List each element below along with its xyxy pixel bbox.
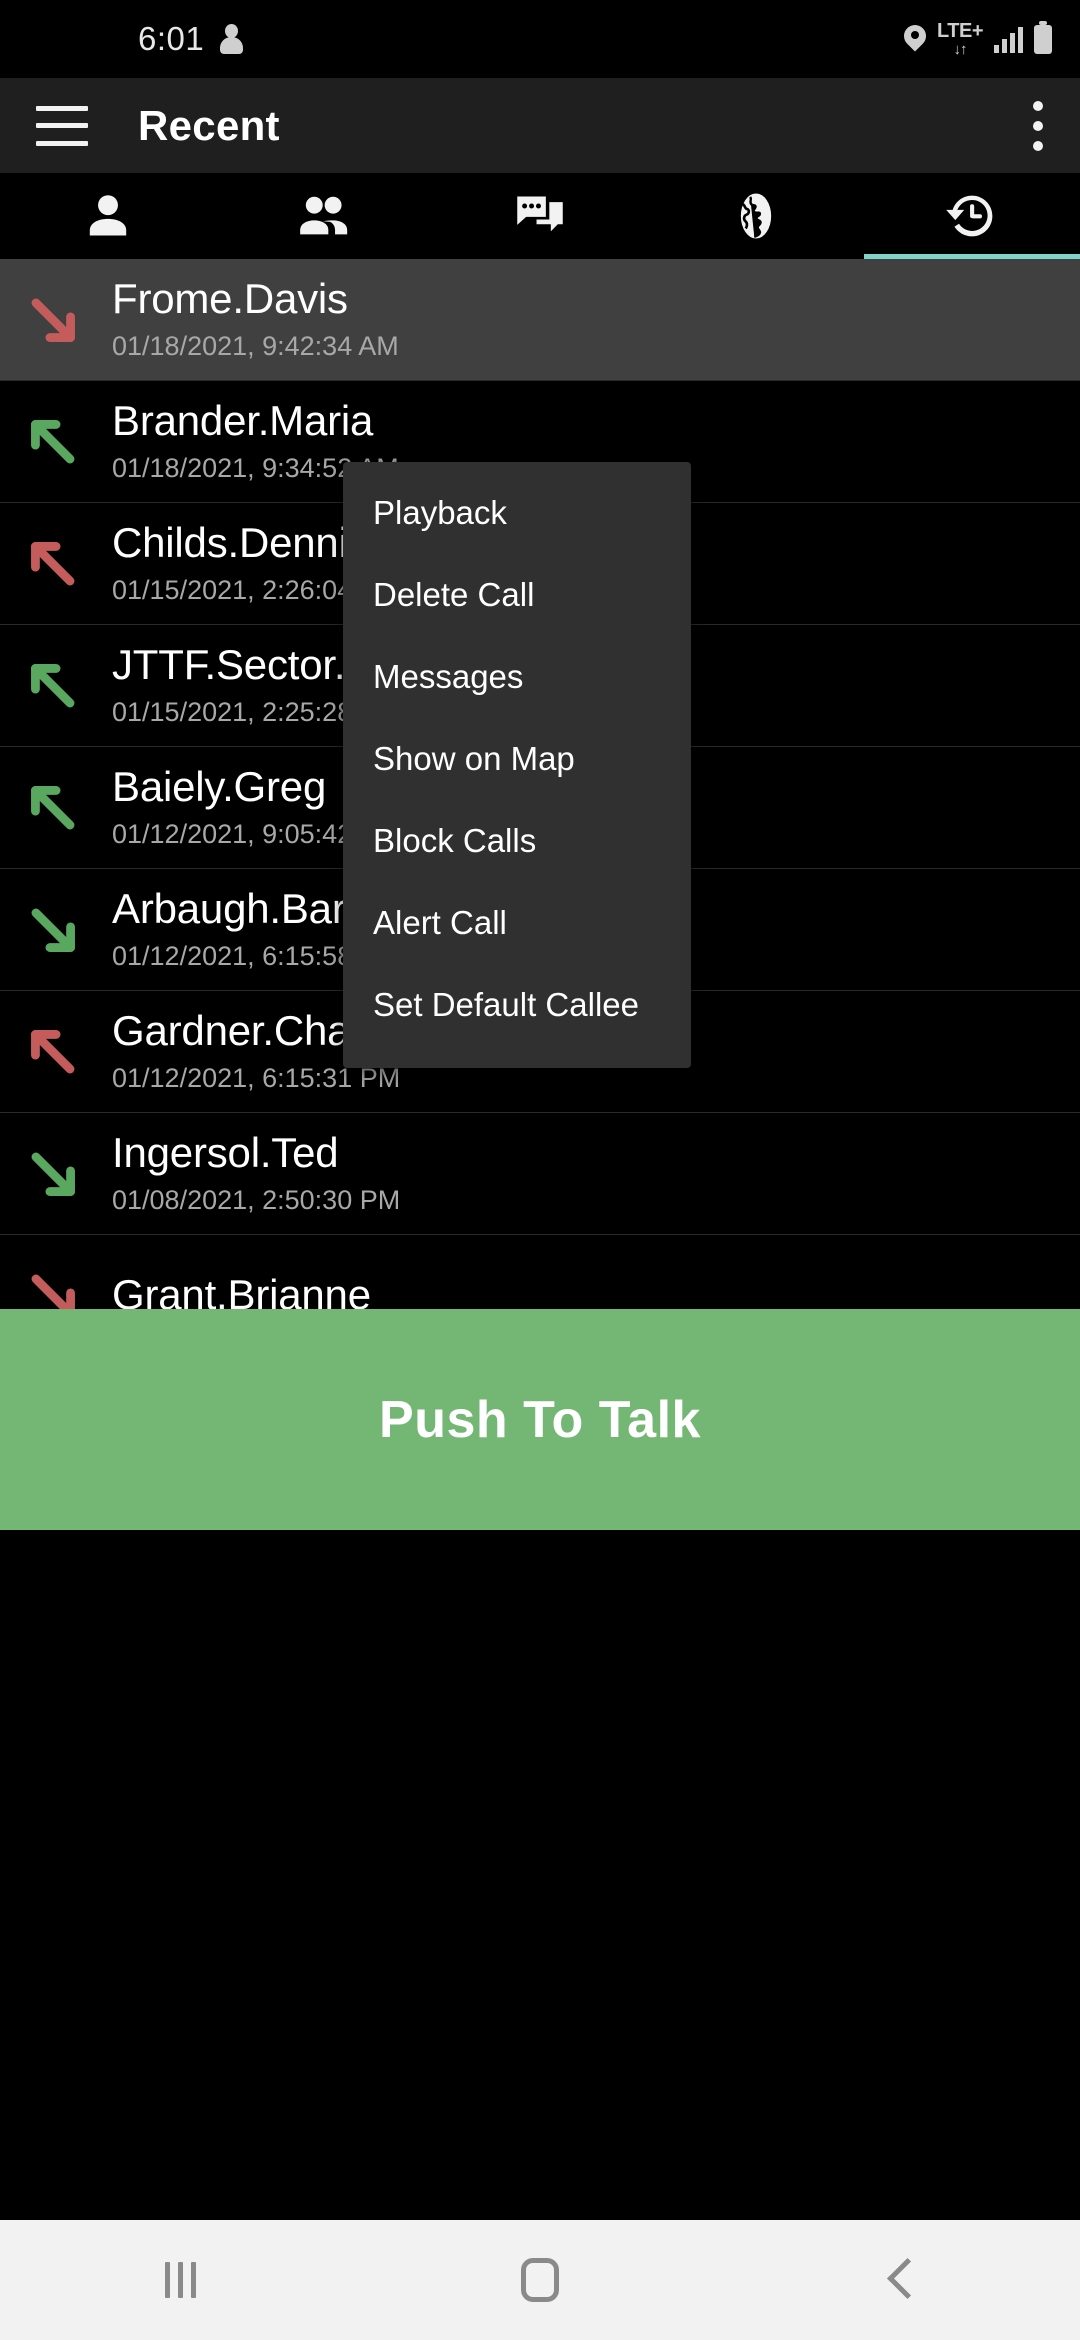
status-bar-left: 6:01 bbox=[138, 20, 244, 58]
context-menu-item[interactable]: Block Calls bbox=[343, 800, 691, 882]
call-contact-name: Brander.Maria bbox=[112, 397, 374, 445]
call-context-menu[interactable]: Playback Delete Call Messages Show on Map Bl… bbox=[343, 462, 691, 1068]
history-clock-icon bbox=[946, 195, 993, 237]
tab-contacts[interactable] bbox=[0, 173, 216, 259]
call-contact-name: Frome.Davis bbox=[112, 275, 348, 323]
incoming-call-arrow-icon bbox=[31, 1029, 75, 1073]
push-to-talk-button[interactable]: Push To Talk bbox=[0, 1309, 1080, 1530]
call-list-item[interactable]: Ingersol.Ted 01/08/2021, 2:50:30 PM bbox=[0, 1113, 1080, 1235]
data-transfer-arrows-icon: ↓↑ bbox=[953, 41, 968, 58]
tab-messages[interactable] bbox=[432, 173, 648, 259]
network-indicator: LTE+ ↓↑ bbox=[937, 21, 983, 57]
call-timestamp: 01/18/2021, 9:42:34 AM bbox=[112, 330, 399, 361]
back-icon bbox=[887, 2260, 913, 2300]
app-bar: Recent bbox=[0, 78, 1080, 173]
context-menu-item[interactable]: Playback bbox=[343, 472, 691, 554]
network-label: LTE+ bbox=[937, 20, 983, 42]
battery-icon bbox=[1034, 20, 1052, 54]
nav-home-button[interactable] bbox=[360, 2258, 720, 2302]
chat-bubbles-icon bbox=[517, 196, 563, 232]
globe-icon bbox=[740, 193, 772, 239]
incoming-call-arrow-icon bbox=[31, 419, 75, 463]
context-menu-item[interactable]: Alert Call bbox=[343, 882, 691, 964]
tab-groups[interactable] bbox=[216, 173, 432, 259]
overflow-menu-icon[interactable] bbox=[1032, 100, 1044, 151]
status-clock: 6:01 bbox=[138, 20, 205, 57]
incoming-call-arrow-icon bbox=[31, 785, 75, 829]
recents-icon bbox=[164, 2262, 196, 2298]
context-menu-item[interactable]: Delete Call bbox=[343, 554, 691, 636]
system-nav-bar bbox=[0, 2220, 1080, 2340]
incoming-call-arrow-icon bbox=[31, 663, 75, 707]
call-contact-name: Grant.Brianne bbox=[112, 1271, 371, 1309]
push-to-talk-label: Push To Talk bbox=[379, 1390, 701, 1449]
outgoing-call-arrow-icon bbox=[31, 1274, 75, 1309]
nav-back-button[interactable] bbox=[720, 2260, 1080, 2300]
page-title: Recent bbox=[138, 101, 280, 149]
person-icon bbox=[89, 195, 127, 236]
hamburger-menu-icon[interactable] bbox=[36, 105, 88, 146]
call-contact-name: Ingersol.Ted bbox=[112, 1129, 339, 1177]
location-pin-icon bbox=[904, 25, 926, 53]
phone-screen: 6:01 LTE+ ↓↑ Recent Frome.Davis 01/18/20… bbox=[0, 0, 1080, 2340]
call-list-item[interactable]: Grant.Brianne bbox=[0, 1235, 1080, 1309]
people-group-icon bbox=[300, 196, 348, 235]
tab-map[interactable] bbox=[648, 173, 864, 259]
context-menu-item[interactable]: Set Default Callee bbox=[343, 964, 691, 1046]
outgoing-call-arrow-icon bbox=[31, 298, 75, 342]
outgoing-call-arrow-icon bbox=[31, 908, 75, 952]
call-timestamp: 01/08/2021, 2:50:30 PM bbox=[112, 1184, 401, 1215]
incoming-call-arrow-icon bbox=[31, 541, 75, 585]
status-bar-right: LTE+ ↓↑ bbox=[904, 20, 1052, 57]
tab-recent[interactable] bbox=[864, 173, 1080, 259]
outgoing-call-arrow-icon bbox=[31, 1152, 75, 1196]
person-icon bbox=[218, 24, 244, 54]
call-list-item[interactable]: Frome.Davis 01/18/2021, 9:42:34 AM bbox=[0, 259, 1080, 381]
tab-bar bbox=[0, 173, 1080, 259]
context-menu-item[interactable]: Show on Map bbox=[343, 718, 691, 800]
nav-recents-button[interactable] bbox=[0, 2262, 360, 2298]
status-bar: 6:01 LTE+ ↓↑ bbox=[0, 0, 1080, 78]
context-menu-item[interactable]: Messages bbox=[343, 636, 691, 718]
home-icon bbox=[521, 2258, 559, 2302]
signal-bars-icon bbox=[994, 25, 1023, 53]
